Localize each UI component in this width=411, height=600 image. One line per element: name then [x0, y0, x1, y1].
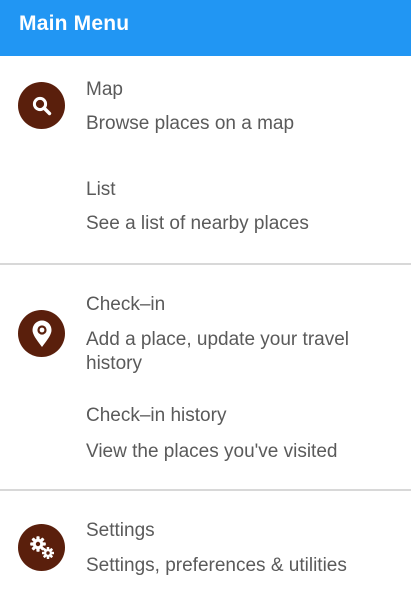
menu-item-check-in[interactable]: Check–in Add a place, update your travel…: [0, 285, 411, 395]
menu-item-title: List: [86, 179, 116, 200]
menu-item-list[interactable]: List See a list of nearby places: [0, 170, 411, 260]
app-bar: Main Menu: [0, 0, 411, 56]
menu-item-settings[interactable]: Settings Settings, preferences & utiliti…: [0, 511, 411, 600]
menu-item-map[interactable]: Map Browse places on a map: [0, 70, 411, 166]
menu-item-check-in-history[interactable]: Check–in history View the places you've …: [0, 396, 411, 486]
menu-item-subtitle: Settings, preferences & utilities: [86, 555, 347, 576]
menu-item-subtitle: Add a place, update your travel history: [86, 329, 350, 374]
section-divider: [0, 263, 411, 265]
menu-item-subtitle: View the places you've visited: [86, 441, 338, 462]
menu-item-title: Settings: [86, 520, 155, 541]
menu-item-subtitle: See a list of nearby places: [86, 213, 309, 234]
app-bar-title: Main Menu: [19, 12, 130, 35]
section-divider: [0, 489, 411, 491]
menu-item-subtitle: Browse places on a map: [86, 113, 295, 134]
menu-item-title: Check–in: [86, 294, 166, 315]
menu-item-title: Check–in history: [86, 405, 227, 426]
menu-item-title: Map: [86, 79, 123, 100]
